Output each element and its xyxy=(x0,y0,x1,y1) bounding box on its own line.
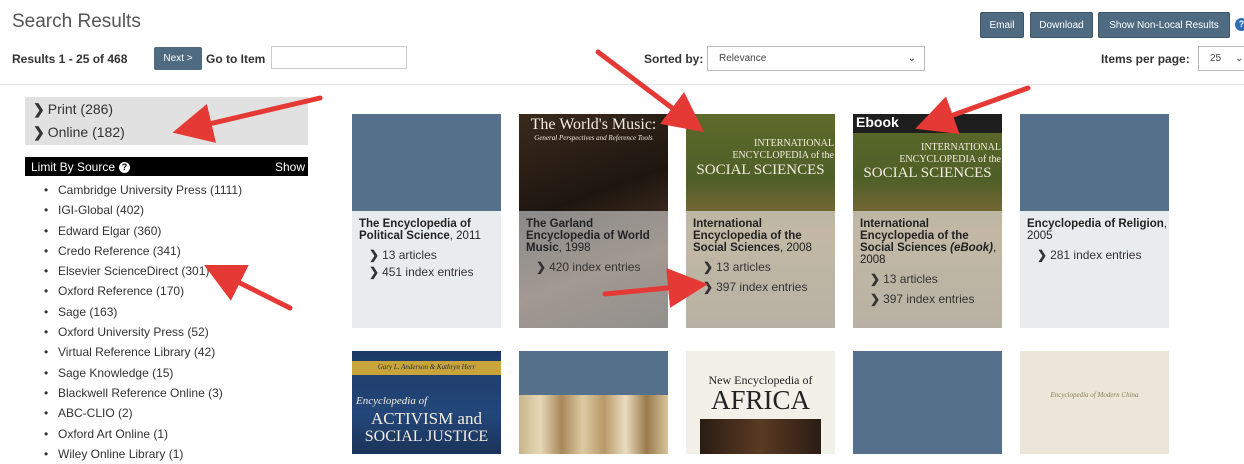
source-item[interactable]: Cambridge University Press (1111) xyxy=(44,180,242,200)
result-card[interactable]: INTERNATIONAL ENCYCLOPEDIA of the SOCIAL… xyxy=(686,114,835,328)
items-per-page-select[interactable]: 25 ⌄ xyxy=(1198,46,1244,71)
book-cover-placeholder xyxy=(519,351,668,395)
source-item[interactable]: Oxford Art Online (1) xyxy=(44,424,242,444)
result-card[interactable]: Encyclopedia of Religion, 2005 ❯ 281 inde… xyxy=(1020,114,1169,328)
chevron-right-icon: ❯ xyxy=(703,280,714,294)
items-per-page-label: Items per page: xyxy=(1101,52,1190,66)
book-cover-image xyxy=(1020,351,1169,454)
chevron-down-icon: ⌄ xyxy=(907,53,916,64)
source-item[interactable]: Oxford Reference (170) xyxy=(44,281,242,301)
index-entries-link[interactable]: ❯ 397 index entries xyxy=(693,280,833,294)
source-item[interactable]: Virtual Reference Library (42) xyxy=(44,342,242,362)
facet-online[interactable]: ❯ Online (182) xyxy=(33,124,125,141)
articles-link[interactable]: ❯ 13 articles xyxy=(693,260,833,274)
chevron-right-icon: ❯ xyxy=(870,292,881,306)
source-item[interactable]: Elsevier ScienceDirect (301) xyxy=(44,261,242,281)
source-item[interactable]: Credo Reference (341) xyxy=(44,241,242,261)
ebook-badge: Ebook xyxy=(856,114,899,130)
page-title: Search Results xyxy=(12,11,141,32)
help-icon[interactable]: ? xyxy=(1235,18,1244,31)
chevron-down-icon: ⌄ xyxy=(1235,53,1244,64)
help-icon[interactable]: ? xyxy=(119,162,131,173)
results-count: Results 1 - 25 of 468 xyxy=(12,52,128,66)
result-card[interactable]: Gary L. Anderson & Kathryn Herr Encyclop… xyxy=(352,351,501,454)
limit-by-source-header: Limit By Source? Show xyxy=(25,157,308,176)
index-entries-link[interactable]: ❯ 281 index entries xyxy=(1027,248,1167,262)
chevron-right-icon: ❯ xyxy=(703,260,714,274)
articles-link[interactable]: ❯ 13 articles xyxy=(860,272,1000,286)
download-button[interactable]: Download xyxy=(1030,12,1093,38)
articles-link[interactable]: ❯ 13 articles xyxy=(359,248,499,262)
result-card[interactable]: INTERNATIONAL ENCYCLOPEDIA of the SOCIAL… xyxy=(853,114,1002,328)
sort-select[interactable]: Relevance ⌄ xyxy=(707,46,925,71)
chevron-right-icon: ❯ xyxy=(33,101,45,117)
book-cover-placeholder xyxy=(853,351,1002,454)
source-item[interactable]: Edward Elgar (360) xyxy=(44,221,242,241)
chevron-right-icon: ❯ xyxy=(536,260,547,274)
format-facet-box: ❯ Print (286) ❯ Online (182) xyxy=(25,97,308,145)
chevron-right-icon: ❯ xyxy=(369,265,380,279)
source-item[interactable]: Sage (163) xyxy=(44,302,242,322)
source-item[interactable]: IGI-Global (402) xyxy=(44,200,242,220)
index-entries-link[interactable]: ❯ 451 index entries xyxy=(359,265,499,279)
chevron-right-icon: ❯ xyxy=(1037,248,1048,262)
index-entries-link[interactable]: ❯ 397 index entries xyxy=(860,292,1000,306)
result-card[interactable]: The Encyclopedia of Political Science, 2… xyxy=(352,114,501,328)
source-item[interactable]: Blackwell Reference Online (3) xyxy=(44,383,242,403)
book-cover-placeholder xyxy=(352,114,501,211)
chevron-right-icon: ❯ xyxy=(369,248,380,262)
go-to-item-label: Go to Item xyxy=(206,52,266,66)
chevron-right-icon: ❯ xyxy=(870,272,881,286)
book-spines-image xyxy=(519,395,668,454)
chevron-right-icon: ❯ xyxy=(33,124,45,140)
card-title[interactable]: Encyclopedia of Religion xyxy=(1027,218,1164,230)
result-card[interactable] xyxy=(519,351,668,454)
source-item[interactable]: Sage Knowledge (15) xyxy=(44,363,242,383)
go-to-item-input[interactable] xyxy=(271,46,407,69)
result-card[interactable] xyxy=(853,351,1002,454)
show-sources-link[interactable]: Show xyxy=(275,160,305,174)
sort-select-value: Relevance xyxy=(719,53,767,64)
facet-print[interactable]: ❯ Print (286) xyxy=(33,101,113,118)
header-divider xyxy=(0,84,1244,85)
sorted-by-label: Sorted by: xyxy=(644,52,704,66)
next-page-button[interactable]: Next > xyxy=(154,47,202,70)
source-item[interactable]: Oxford University Press (52) xyxy=(44,322,242,342)
result-card[interactable]: The World's Music: General Perspectives … xyxy=(519,114,668,328)
index-entries-link[interactable]: ❯ 420 index entries xyxy=(526,260,666,274)
book-cover-placeholder xyxy=(1020,114,1169,211)
source-list: Cambridge University Press (1111) IGI-Gl… xyxy=(44,180,242,464)
source-item[interactable]: ABC-CLIO (2) xyxy=(44,403,242,423)
show-non-local-results-button[interactable]: Show Non-Local Results xyxy=(1098,12,1230,38)
items-per-page-value: 25 xyxy=(1210,53,1222,64)
email-button[interactable]: Email xyxy=(980,12,1024,38)
result-card[interactable]: New Encyclopedia of AFRICA xyxy=(686,351,835,454)
result-card[interactable]: Encyclopedia of Modern China xyxy=(1020,351,1169,454)
